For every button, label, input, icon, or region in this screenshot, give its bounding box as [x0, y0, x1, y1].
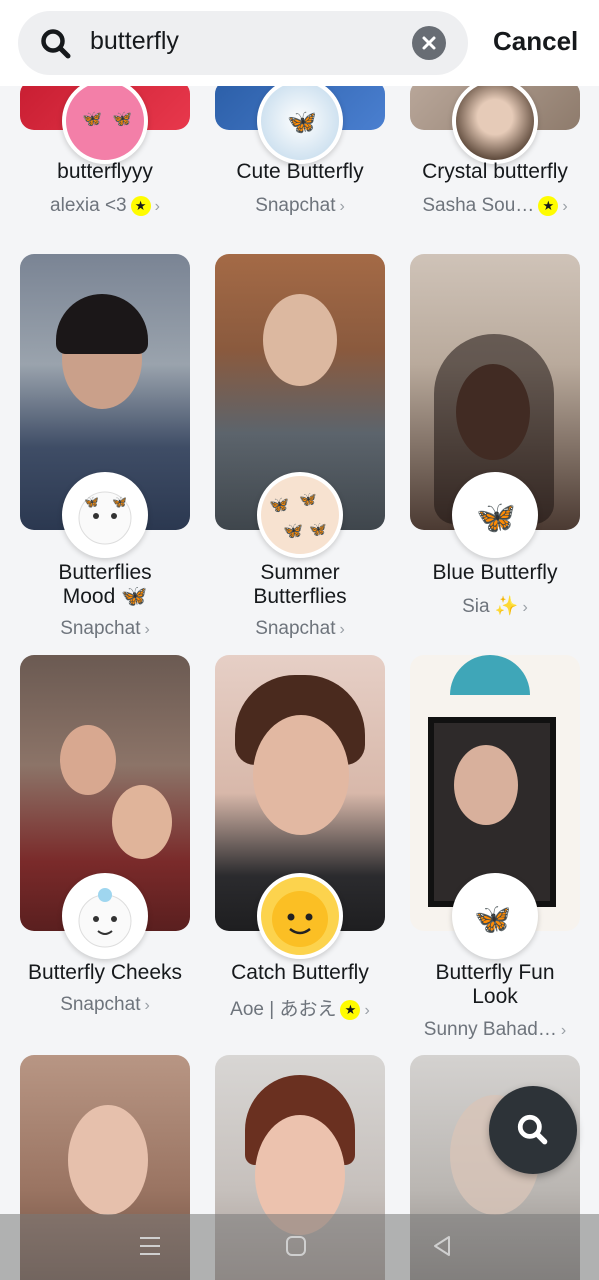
lens-creator-row[interactable]: Aoe | あおえ ★ › — [205, 994, 395, 1021]
lens-icon: 🦋 🦋 🦋 🦋 — [257, 472, 343, 558]
lens-creator-row[interactable]: Snapchat › — [205, 618, 395, 640]
lens-icon: 🦋 — [452, 873, 538, 959]
search-icon — [41, 29, 71, 59]
lens-name: butterflyyy — [57, 160, 153, 183]
lens-icon — [452, 78, 538, 164]
svg-text:🦋: 🦋 — [112, 111, 132, 128]
chevron-right-icon: › — [144, 997, 150, 1014]
svg-text:🦋: 🦋 — [112, 495, 127, 509]
search-input[interactable]: butterfly — [18, 11, 468, 75]
verified-star-icon: ★ — [340, 1000, 361, 1020]
lens-creator-row[interactable]: Snapchat › — [205, 195, 395, 217]
lens-creator: Snapchat — [60, 618, 141, 639]
svg-text:🦋: 🦋 — [299, 491, 317, 507]
lens-creator: Sasha Sou… — [422, 195, 535, 216]
chevron-right-icon: › — [562, 198, 568, 215]
search-header: butterfly Cancel — [0, 0, 599, 86]
lens-creator: Aoe | あおえ — [230, 999, 337, 1020]
lens-name: Blue Butterfly — [432, 561, 558, 584]
svg-text:🦋: 🦋 — [309, 521, 327, 537]
chevron-right-icon: › — [339, 198, 345, 215]
menu-icon[interactable] — [138, 1232, 162, 1260]
lens-icon: 🦋 🦋 — [62, 78, 148, 164]
svg-text:🦋: 🦋 — [474, 903, 511, 936]
lens-creator-row[interactable]: alexia <3 ★ › — [10, 195, 200, 217]
svg-text:🦋: 🦋 — [82, 111, 102, 128]
lens-creator-row[interactable]: Snapchat › — [10, 618, 200, 640]
lens-creator-row[interactable]: Sunny Bahad… › — [400, 1019, 590, 1041]
chevron-right-icon: › — [154, 198, 160, 215]
lens-name: Cute Butterfly — [236, 160, 364, 183]
lens-icon — [62, 873, 148, 959]
lens-creator: alexia <3 — [50, 195, 127, 216]
clear-search-button[interactable] — [412, 26, 446, 60]
lens-creator-row[interactable]: Snapchat › — [10, 994, 200, 1016]
lens-creator: Snapchat — [60, 994, 141, 1015]
lens-creator: Snapchat — [255, 618, 336, 639]
lens-icon: 🦋 — [452, 472, 538, 558]
close-icon — [422, 36, 436, 50]
chevron-right-icon: › — [339, 621, 345, 638]
lens-creator: Sia ✨ — [462, 596, 519, 617]
lens-creator: Sunny Bahad… — [423, 1019, 557, 1040]
lens-name: Catch Butterfly — [231, 961, 369, 984]
chevron-right-icon: › — [522, 599, 528, 616]
svg-text:🦋: 🦋 — [84, 495, 99, 509]
lens-icon — [257, 873, 343, 959]
chevron-right-icon: › — [144, 621, 150, 638]
svg-text:🦋: 🦋 — [283, 523, 303, 540]
lens-name: Summer Butterflies — [253, 561, 347, 608]
fab-search-button[interactable] — [489, 1086, 577, 1174]
home-icon[interactable] — [284, 1232, 308, 1260]
lens-icon: 🦋 — [257, 78, 343, 164]
svg-text:🦋: 🦋 — [476, 499, 516, 535]
svg-text:🦋: 🦋 — [287, 109, 317, 136]
system-nav-bar — [0, 1214, 599, 1280]
chevron-right-icon: › — [560, 1022, 567, 1039]
lens-creator: Snapchat — [255, 195, 336, 216]
lens-name: Butterfly Fun Look — [435, 961, 555, 1008]
chevron-right-icon: › — [364, 1002, 370, 1019]
verified-star-icon: ★ — [538, 196, 559, 216]
cancel-button[interactable]: Cancel — [493, 26, 578, 57]
lens-creator-row[interactable]: Sasha Sou… ★ › — [400, 195, 590, 217]
back-icon[interactable] — [430, 1232, 454, 1260]
search-icon — [517, 1114, 548, 1145]
lens-icon: 🦋 🦋 — [62, 472, 148, 558]
lens-name: Butterflies Mood 🦋 — [58, 561, 152, 608]
svg-text:🦋: 🦋 — [269, 497, 289, 514]
lens-name: Butterfly Cheeks — [27, 961, 183, 984]
lens-name: Crystal butterfly — [422, 160, 568, 183]
lens-creator-row[interactable]: Sia ✨ › — [400, 594, 590, 618]
search-query: butterfly — [90, 27, 179, 55]
verified-star-icon: ★ — [130, 196, 151, 216]
